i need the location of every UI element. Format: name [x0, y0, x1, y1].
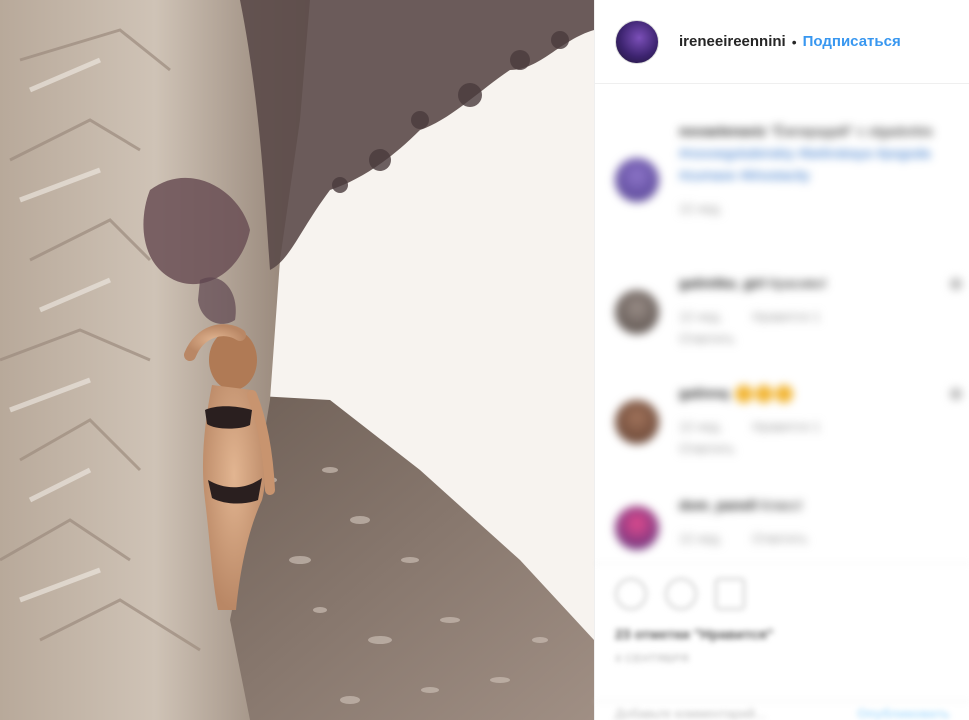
reply-button[interactable]: Ответить	[679, 438, 969, 460]
comment-username[interactable]: galinitka_girl	[679, 275, 765, 291]
post-header: ireneeireennini • Подписаться	[595, 0, 969, 84]
post-photo[interactable]	[0, 0, 594, 720]
comment-text: Красиво!	[769, 275, 827, 291]
avatar[interactable]	[615, 290, 659, 334]
comment-likes[interactable]: Нравится 1	[752, 309, 820, 324]
avatar[interactable]	[615, 506, 659, 550]
add-comment-input[interactable]: Добавьте комментарий...	[615, 706, 766, 720]
comment-emoji	[733, 385, 793, 404]
heart-icon[interactable]	[950, 388, 962, 400]
comment-time: 12 нед.	[679, 531, 723, 546]
comment-icon[interactable]	[665, 578, 697, 610]
comment-likes[interactable]: Нравится 1	[752, 419, 820, 434]
post-date: 4 СЕНТЯБРЯ	[615, 653, 690, 665]
list-item: galinnq 12 нед. Нравится 1 Ответить	[615, 382, 962, 472]
avatar[interactable]	[615, 19, 659, 64]
comment-time: 12 нед.	[679, 309, 723, 324]
comment-time: 12 нед.	[679, 201, 723, 216]
comment-text: Класс!	[760, 497, 803, 513]
list-item: novaelenaviz "Ёжпарадий" с olgadorbis #n…	[615, 120, 960, 250]
follow-button[interactable]: Подписаться	[803, 33, 901, 50]
heart-icon[interactable]	[950, 278, 962, 290]
comment-username[interactable]: galinnq	[679, 385, 729, 401]
share-icon[interactable]	[715, 578, 745, 610]
comments-list[interactable]: novaelenaviz "Ёжпарадий" с olgadorbis #n…	[595, 84, 969, 564]
post-comment-button[interactable]: Опубликовать	[857, 706, 950, 720]
comment-username[interactable]: dom_panell	[679, 497, 757, 513]
comment-text: "Ёжпарадий" с olgadorbis	[770, 123, 933, 139]
avatar[interactable]	[615, 158, 659, 202]
post-actions: 23 отметки "Нравится" 4 СЕНТЯБРЯ Добавьт…	[595, 563, 969, 720]
hashtags-link[interactable]: #novoegolubinskiy #belinskaya #pogoda #z…	[679, 145, 930, 183]
post-side-panel: ireneeireennini • Подписаться novaelenav…	[594, 0, 969, 720]
separator-dot: •	[791, 33, 797, 50]
add-comment-bar: Добавьте комментарий... Опубликовать	[595, 701, 969, 720]
list-item: galinitka_girl Красиво! 12 нед. Нравится…	[615, 272, 962, 362]
beach-cliff-image	[0, 0, 594, 720]
list-item: dom_panell Класс! 12 нед. Ответить	[615, 494, 960, 564]
comment-username[interactable]: novaelenaviz	[679, 123, 766, 139]
reply-button[interactable]: Ответить	[752, 531, 808, 546]
comment-time: 12 нед.	[679, 419, 723, 434]
username-link[interactable]: ireneeireennini	[679, 33, 786, 50]
reply-button[interactable]: Ответить	[679, 328, 969, 350]
heart-icon[interactable]	[615, 578, 647, 610]
likes-count[interactable]: 23 отметки "Нравится"	[615, 626, 773, 642]
avatar[interactable]	[615, 400, 659, 444]
